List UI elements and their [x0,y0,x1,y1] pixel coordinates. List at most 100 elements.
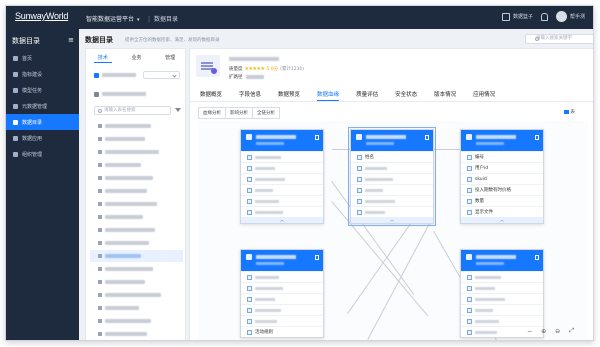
list-item[interactable] [90,237,183,249]
tab-preview[interactable]: 数据预览 [278,90,300,101]
list-item[interactable] [90,211,183,223]
field-row [241,151,323,162]
list-item[interactable] [90,328,183,340]
sidebar-item-home[interactable]: 首页 [6,50,79,66]
platform-switcher[interactable]: 智能数据运营平台 ▾ [86,14,140,23]
table-icon [98,137,102,141]
item-name-redacted [105,319,151,323]
copy-icon[interactable] [425,135,429,140]
list-item[interactable] [90,276,183,288]
list-item-selected[interactable] [90,250,183,262]
expand-icon[interactable]: ︿ [461,217,543,223]
list-item[interactable] [90,302,183,314]
list-item[interactable] [90,159,183,171]
sidebar-item-catalog[interactable]: 数据目录 [6,114,79,130]
table-name-redacted [229,57,279,61]
field-row [351,184,433,195]
copy-icon[interactable] [315,135,319,140]
full-chain-analysis-button[interactable]: 全链分析 [253,107,280,119]
copy-icon[interactable] [535,135,539,140]
expand-icon[interactable]: ︿ [351,217,433,223]
tab-lineage[interactable]: 数据血缘 [317,90,340,101]
tab-usage[interactable]: 应用情况 [473,90,495,101]
table-search-input[interactable]: 请输入表名搜索 [94,106,171,115]
item-name-redacted [105,176,153,180]
tab-overview[interactable]: 数据概览 [200,90,222,101]
table-icon [466,134,472,140]
global-search-input[interactable]: 请输入搜索关键字 [525,34,593,44]
platform-label: 智能数据运营平台 [86,16,135,23]
table-icon [98,306,102,310]
field-name: 投入期数有时价格 [475,188,511,193]
list-item[interactable] [90,224,183,236]
tab-version[interactable]: 版本情况 [434,90,456,101]
filter-icon[interactable] [175,108,181,113]
tab-technical[interactable]: 技术 [93,53,112,63]
fullscreen-icon[interactable]: ⤢ [569,327,574,335]
tab-security[interactable]: 安全状态 [395,90,417,101]
field-row: 活动规则 [241,326,323,337]
tab-fields[interactable]: 字段信息 [239,90,261,101]
list-item[interactable] [90,120,183,132]
copy-icon[interactable] [315,255,319,260]
zoom-out-button[interactable]: − [527,328,532,335]
item-name-redacted [105,306,139,310]
tab-management[interactable]: 管理 [161,53,179,63]
datasource-select[interactable] [143,71,180,79]
data-basket-button[interactable]: 数据篮子 [501,12,533,21]
field-row: 投入期数有时价格 [461,184,543,195]
notification-button[interactable] [540,12,548,21]
tab-quality[interactable]: 质量评估 [356,90,378,101]
list-item[interactable] [90,172,183,184]
list-item[interactable] [90,146,183,158]
menu-icon[interactable]: ≡ [68,36,74,46]
list-item[interactable] [90,289,183,301]
field-name: 活动规则 [255,330,273,335]
list-item[interactable] [90,185,183,197]
list-item[interactable] [90,263,183,275]
field-icon [357,187,362,193]
field-icon [467,209,472,215]
field-icon [357,165,362,171]
lineage-table-node-selected[interactable]: 姓名 ︿ [348,127,436,226]
sidebar-item-task[interactable]: 模型任务 [6,82,79,98]
expand-icon[interactable]: ︿ [241,217,323,223]
lineage-table-node[interactable]: 活动规则 [240,249,324,338]
item-name-redacted [105,215,143,219]
datasource-row[interactable] [94,72,136,78]
lineage-table-node[interactable]: ︿ [240,129,324,224]
schema-row[interactable] [94,91,146,97]
table-view-label: 表 [570,110,576,115]
field-icon [357,198,362,204]
copy-icon[interactable] [535,255,539,260]
sidebar-item-org[interactable]: 组织管理 [6,146,79,162]
lineage-table-node[interactable] [460,249,544,338]
lineage-canvas[interactable]: ︿ 姓名 ︿ 编号 用户id skuid 投入期数有时价格 数量 显示文件 ︿ … [198,121,588,340]
zoom-in-icon[interactable]: ⊕ [541,328,546,335]
lineage-analysis-button[interactable]: 血缘分析 [198,107,226,119]
list-item[interactable] [90,133,183,145]
app-icon [13,135,18,141]
table-view-toggle[interactable]: 表 [563,109,576,115]
lineage-table-node[interactable]: 编号 用户id skuid 投入期数有时价格 数量 显示文件 ︿ [460,129,544,224]
user-menu[interactable]: 帮手测 [555,11,585,22]
field-row [351,173,433,184]
sidebar-item-app[interactable]: 数据应用 [6,130,79,146]
impact-analysis-button[interactable]: 影响分析 [226,107,253,119]
table-icon [98,215,102,219]
tab-business[interactable]: 业务 [127,53,145,63]
zoom-reset-icon[interactable]: ⊖ [555,328,560,335]
node-header [461,250,543,271]
list-item[interactable] [90,198,183,210]
sidebar-item-indicator[interactable]: 指标建设 [6,66,79,82]
table-search-placeholder: 请输入表名搜索 [104,108,136,113]
field-icon [467,274,472,280]
sidebar-item-metadata[interactable]: 元数据管理 [6,98,79,114]
node-header [461,130,543,151]
list-item[interactable] [90,315,183,327]
metadata-icon [13,103,18,109]
table-icon [98,202,102,206]
table-icon [98,150,102,154]
table-icon [98,319,102,323]
field-icon [247,176,252,182]
